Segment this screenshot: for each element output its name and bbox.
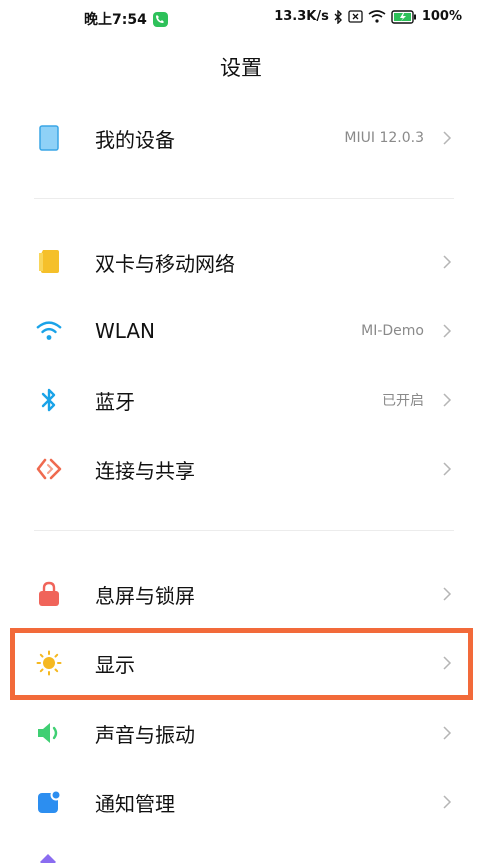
partial-next-item-icon <box>38 852 58 863</box>
settings-item-sound-vibration[interactable]: 声音与振动 <box>0 701 482 765</box>
settings-item-value: MIUI 12.0.3 <box>344 130 424 146</box>
highlight-frame <box>10 628 473 700</box>
settings-item-label: 声音与振动 <box>95 722 195 747</box>
no-sim-icon <box>348 10 363 23</box>
settings-item-label: 通知管理 <box>95 791 175 816</box>
wifi-icon <box>36 318 62 344</box>
divider <box>34 530 454 531</box>
status-bar-right: 13.3K/s 100% <box>274 9 462 24</box>
settings-item-wlan[interactable]: WLAN MI-Demo <box>0 299 482 363</box>
wifi-status-icon <box>368 10 386 23</box>
settings-item-label: 我的设备 <box>95 127 175 152</box>
settings-item-value: 已开启 <box>382 393 424 409</box>
phone-icon <box>36 125 62 151</box>
connection-share-icon <box>36 456 62 482</box>
bluetooth-status-icon <box>334 9 343 24</box>
net-speed: 13.3K/s <box>274 9 329 24</box>
chevron-right-icon <box>443 131 452 145</box>
sim-card-icon <box>36 249 62 275</box>
settings-item-lock-screen[interactable]: 息屏与锁屏 <box>0 562 482 626</box>
battery-icon <box>391 9 417 24</box>
settings-item-label: 蓝牙 <box>95 389 135 414</box>
chevron-right-icon <box>443 255 452 269</box>
battery-percent: 100% <box>421 9 462 24</box>
settings-item-label: WLAN <box>95 319 156 343</box>
lock-icon <box>36 581 62 607</box>
status-time: 晚上7:54 <box>84 12 147 28</box>
settings-item-my-device[interactable]: 我的设备 MIUI 12.0.3 <box>0 106 482 170</box>
settings-item-notifications[interactable]: 通知管理 <box>0 770 482 834</box>
chevron-right-icon <box>443 726 452 740</box>
chevron-right-icon <box>443 795 452 809</box>
settings-item-label: 连接与共享 <box>95 458 195 483</box>
settings-item-label: 息屏与锁屏 <box>95 583 195 608</box>
settings-item-sim-network[interactable]: 双卡与移动网络 <box>0 230 482 294</box>
bluetooth-icon <box>36 387 62 413</box>
settings-item-label: 双卡与移动网络 <box>95 251 235 276</box>
notification-icon <box>36 789 62 815</box>
status-bar-left: 晚上7:54 <box>84 9 168 29</box>
settings-item-bluetooth[interactable]: 蓝牙 已开启 <box>0 368 482 432</box>
page-title: 设置 <box>220 56 262 80</box>
chevron-right-icon <box>443 462 452 476</box>
settings-item-connection-share[interactable]: 连接与共享 <box>0 437 482 501</box>
chevron-right-icon <box>443 393 452 407</box>
speaker-icon <box>36 720 62 746</box>
settings-item-value: MI-Demo <box>361 323 424 339</box>
chevron-right-icon <box>443 324 452 338</box>
status-bar: 晚上7:54 13.3K/s 100% <box>0 0 482 36</box>
divider <box>34 198 454 199</box>
chevron-right-icon <box>443 587 452 601</box>
phone-call-icon <box>152 11 168 27</box>
